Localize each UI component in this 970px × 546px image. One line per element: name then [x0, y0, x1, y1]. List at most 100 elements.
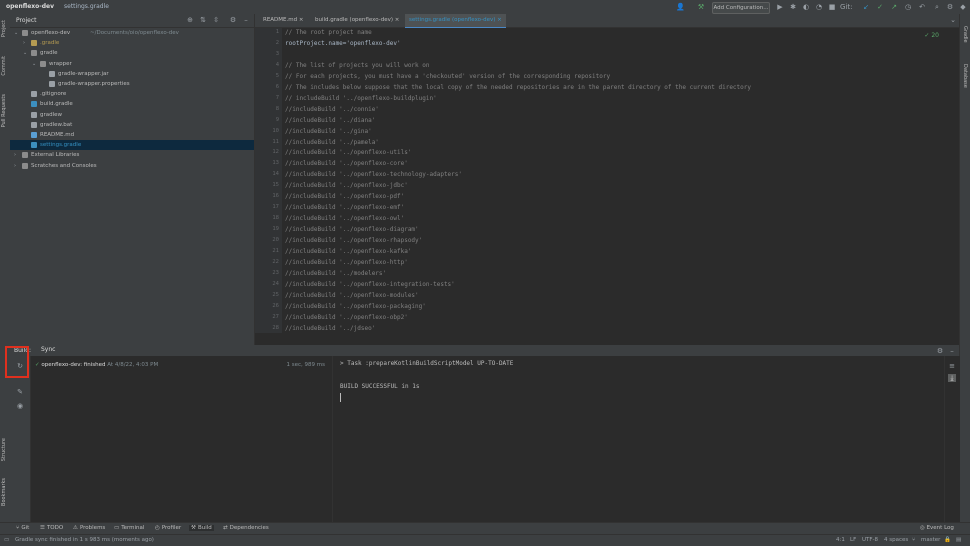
stop-icon[interactable]: ■ [828, 3, 836, 11]
lock-icon[interactable]: 🔒 [944, 537, 951, 543]
hide-panel-icon[interactable]: – [242, 16, 250, 24]
expand-all-icon[interactable]: ⇳ [212, 16, 220, 24]
status-layout-icon[interactable]: ▭ [4, 537, 9, 543]
file-icon [31, 142, 37, 149]
scroll-to-end-icon[interactable]: ⤓ [948, 374, 956, 382]
gradle-tool-button[interactable]: Gradle [962, 26, 968, 43]
code-editor[interactable]: ✓ 20 // The root project name rootProject… [283, 28, 959, 333]
caret-position[interactable]: 4:1 [836, 537, 845, 543]
run-configuration-dropdown[interactable]: Add Configuration... [712, 2, 770, 14]
commit-tool-button[interactable]: Commit [1, 56, 7, 76]
build-tree-item[interactable]: ✓ openflexo-dev: finished At 4/8/22, 4:0… [35, 360, 331, 370]
tree-item[interactable]: › Scratches and Consoles [10, 161, 254, 171]
coverage-icon[interactable]: ◐ [802, 3, 810, 11]
tree-item[interactable]: gradlew [10, 110, 254, 120]
toolwindow-git[interactable]: ⑂ Git [16, 525, 29, 531]
toolwindow-terminal[interactable]: ▭ Terminal [114, 525, 144, 531]
tree-item[interactable]: gradlew.bat [10, 120, 254, 130]
file-icon [31, 121, 37, 128]
toolwindow-label: TODO [46, 525, 64, 531]
toolwindow-profiler[interactable]: ◴ Profiler [155, 525, 181, 531]
tree-item-path: ~/Documents/oio/openflexo-dev [90, 30, 179, 36]
toolwindow-label: Profiler [161, 525, 182, 531]
bookmarks-tool-button[interactable]: Bookmarks [1, 478, 7, 506]
tree-item[interactable]: ⌄ wrapper [10, 59, 254, 69]
push-icon[interactable]: ↗ [890, 3, 898, 11]
tree-item[interactable]: settings.gradle [10, 140, 254, 151]
git-branch[interactable]: master [921, 537, 940, 543]
line-number: 24 [272, 280, 279, 287]
line-number: 11 [272, 138, 279, 145]
problems-icon: ⚠ [73, 525, 78, 531]
tree-item[interactable]: README.md [10, 130, 254, 140]
file-encoding[interactable]: UTF-8 [862, 537, 878, 543]
tab-readme[interactable]: README.md × [259, 14, 307, 27]
search-icon[interactable]: ⌕ [933, 3, 941, 11]
code-line: //includeBuild '../openflexo-pdf' [285, 193, 405, 201]
memory-indicator-icon[interactable]: ▤ [956, 537, 961, 543]
tree-item[interactable]: gradle-wrapper.properties [10, 79, 254, 89]
settings-gear-icon[interactable]: ⚙ [946, 3, 954, 11]
profile-icon[interactable]: ◔ [815, 3, 823, 11]
run-icon[interactable]: ▶ [776, 3, 784, 11]
tree-item[interactable]: build.gradle [10, 99, 254, 109]
structure-tool-button[interactable]: Structure [1, 438, 7, 461]
current-file-breadcrumb[interactable]: settings.gradle [64, 3, 109, 10]
tree-item[interactable]: gradle-wrapper.jar [10, 69, 254, 79]
build-gear-icon[interactable]: ⚙ [936, 347, 944, 355]
project-view-dropdown[interactable]: Project [16, 17, 37, 24]
database-tool-button[interactable]: Database [962, 64, 968, 88]
tree-item[interactable]: ⌄ openflexo-dev ~/Documents/oio/openflexo-… [10, 28, 254, 38]
update-project-icon[interactable]: ↙ [862, 3, 870, 11]
user-icon[interactable]: 👤 [676, 3, 685, 11]
toolwindow-build[interactable]: ⚒ Build [189, 525, 214, 531]
chevron-down-icon[interactable]: ⌄ [23, 48, 29, 58]
chevron-right-icon[interactable]: › [23, 38, 29, 48]
tree-item[interactable]: › .gradle [10, 38, 254, 48]
tree-item[interactable]: › External Libraries [10, 150, 254, 160]
pull-requests-tool-button[interactable]: Pull Requests [1, 94, 7, 127]
tree-item[interactable]: ⌄ gradle [10, 48, 254, 58]
code-line: //includeBuild '../openflexo-modules' [285, 291, 419, 299]
chevron-down-icon[interactable]: ⌄ [32, 59, 38, 69]
indent-setting[interactable]: 4 spaces [884, 537, 908, 543]
tab-list-chevron-icon[interactable]: ⌄ [949, 16, 957, 24]
project-name[interactable]: openflexo-dev [6, 3, 54, 10]
code-line: //includeBuild '../jdseo' [285, 324, 376, 332]
history-icon[interactable]: ◷ [904, 3, 912, 11]
line-number: 14 [272, 171, 279, 178]
event-log-button[interactable]: ◎ Event Log [920, 525, 954, 531]
file-icon [49, 81, 55, 87]
inspection-status[interactable]: ✓ 20 [924, 32, 939, 39]
hide-build-icon[interactable]: – [948, 347, 956, 355]
chevron-right-icon[interactable]: › [14, 150, 20, 160]
toolwindow-todo[interactable]: ☰ TODO [40, 525, 63, 531]
commit-check-icon[interactable]: ✓ [876, 3, 884, 11]
filter-eye-icon[interactable]: ◉ [16, 402, 24, 410]
rollback-icon[interactable]: ↶ [918, 3, 926, 11]
line-number: 9 [275, 116, 279, 123]
project-tool-button[interactable]: Project [1, 20, 7, 37]
toolwindow-dependencies[interactable]: ⇄ Dependencies [223, 525, 269, 531]
chevron-down-icon[interactable]: ⌄ [14, 28, 20, 38]
tree-item[interactable]: .gitignore [10, 89, 254, 99]
soft-wrap-icon[interactable]: ≡ [948, 362, 956, 370]
locate-icon[interactable]: ⊕ [186, 16, 194, 24]
debug-icon[interactable]: ✱ [789, 3, 797, 11]
pin-icon[interactable]: ✎ [16, 388, 24, 396]
folder-icon [22, 162, 28, 169]
hammer-icon[interactable]: ⚒ [697, 3, 705, 11]
tab-build-gradle[interactable]: build.gradle (openflexo-dev) × [311, 14, 403, 27]
collapse-all-icon[interactable]: ⇅ [199, 16, 207, 24]
build-output-console[interactable]: > Task :prepareKotlinBuildScriptModel UP… [333, 356, 944, 522]
tab-settings-gradle[interactable]: settings.gradle (openflexo-dev) × [405, 14, 506, 29]
ide-features-icon[interactable]: ◆ [959, 3, 967, 11]
line-number: 5 [275, 72, 279, 79]
git-branch-icon: ⑂ [912, 537, 916, 543]
line-separator[interactable]: LF [850, 537, 856, 543]
line-number: 17 [272, 204, 279, 211]
status-message[interactable]: Gradle sync finished in 1 s 983 ms (mome… [15, 537, 154, 543]
toolwindow-problems[interactable]: ⚠ Problems [73, 525, 105, 531]
panel-gear-icon[interactable]: ⚙ [229, 16, 237, 24]
chevron-right-icon[interactable]: › [14, 161, 20, 171]
